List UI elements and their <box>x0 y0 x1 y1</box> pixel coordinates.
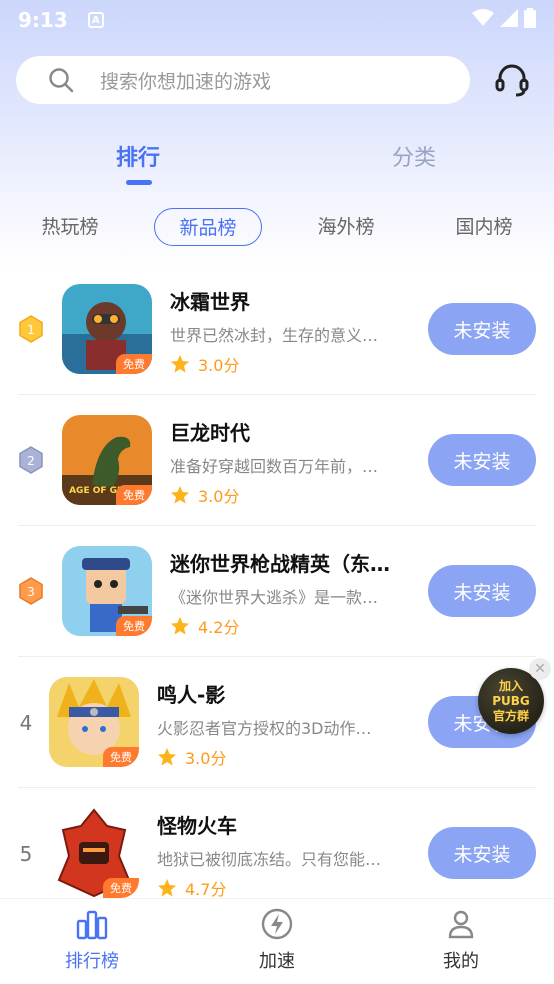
tab-ranking[interactable]: 排行 <box>116 140 160 172</box>
install-button[interactable]: 未安装 <box>428 827 536 879</box>
game-row[interactable]: 4 免费 鸣人-影 火影忍者官方授权的3D动作… 3.0分 未安装 <box>0 657 554 787</box>
naruto-icon: 免费 <box>49 677 139 767</box>
headset-icon[interactable] <box>494 62 530 98</box>
frost-world-icon: 免费 <box>62 284 152 374</box>
ranking-icon <box>76 910 108 940</box>
game-title: 怪物火车 <box>157 814 237 838</box>
rank-number: 1 <box>27 323 35 337</box>
game-score: 3.0分 <box>170 352 239 376</box>
score-value: 4.2分 <box>198 618 240 637</box>
nav-boost[interactable]: 加速 <box>222 907 332 973</box>
tab-category[interactable]: 分类 <box>392 140 436 172</box>
star-icon <box>158 879 176 897</box>
game-score: 3.0分 <box>157 745 226 769</box>
game-desc: 火影忍者官方授权的3D动作… <box>157 719 372 738</box>
score-value: 3.0分 <box>198 356 240 375</box>
status-bar: 9:13 A <box>0 0 554 40</box>
notification-icon: A <box>87 12 104 28</box>
profile-icon <box>448 910 474 939</box>
free-tag: 免费 <box>103 747 139 767</box>
nav-label: 加速 <box>259 951 295 972</box>
game-score: 4.2分 <box>170 614 239 638</box>
close-icon[interactable]: ✕ <box>529 658 551 680</box>
game-row[interactable]: 1 免费 冰霜世界 世界已然冰封，生存的意义… 3.0分 未安装 <box>0 264 554 394</box>
status-icons <box>472 8 536 28</box>
wifi-icon <box>472 9 494 26</box>
sub-tabs: 热玩榜 新品榜 海外榜 国内榜 <box>0 208 554 248</box>
subtab-new[interactable]: 新品榜 <box>154 208 262 246</box>
rank-badge-silver: 2 <box>19 446 43 474</box>
free-tag: 免费 <box>116 354 152 374</box>
game-row[interactable]: 3 免费 迷你世界枪战精英（东… 《迷你世界大逃杀》是一款… 4.2分 未安装 <box>0 526 554 656</box>
game-score: 4.7分 <box>157 876 226 900</box>
install-button[interactable]: 未安装 <box>428 565 536 617</box>
monster-train-icon: 免费 <box>49 808 139 898</box>
game-row[interactable]: 2 AGE OF GIAN 免费 巨龙时代 准备好穿越回数百万年前，… 3.0分… <box>0 395 554 525</box>
rank-number: 5 <box>19 842 33 866</box>
game-title: 巨龙时代 <box>170 421 250 445</box>
free-tag: 免费 <box>116 616 152 636</box>
free-tag: 免费 <box>116 485 152 505</box>
rank-number: 3 <box>27 585 35 599</box>
subtab-overseas[interactable]: 海外榜 <box>304 208 388 246</box>
free-tag: 免费 <box>103 878 139 898</box>
search-icon <box>49 68 74 93</box>
game-desc: 《迷你世界大逃杀》是一款… <box>170 588 379 607</box>
star-icon <box>171 617 189 635</box>
banner-line: 加入 <box>498 678 523 693</box>
banner-line: 官方群 <box>492 708 529 723</box>
game-desc: 世界已然冰封，生存的意义… <box>170 326 379 345</box>
star-icon <box>158 748 176 766</box>
install-button[interactable]: 未安装 <box>428 303 536 355</box>
nav-label: 排行榜 <box>65 951 119 972</box>
nav-profile[interactable]: 我的 <box>406 907 516 973</box>
score-value: 4.7分 <box>185 880 227 899</box>
game-desc: 地狱已被彻底冻结。只有您能… <box>157 850 382 869</box>
signal-icon <box>500 9 518 27</box>
rank-badge-gold: 1 <box>19 315 43 343</box>
boost-icon <box>261 908 293 940</box>
battery-icon <box>524 8 536 28</box>
score-value: 3.0分 <box>185 749 227 768</box>
mini-world-icon: 免费 <box>62 546 152 636</box>
dragon-age-icon: AGE OF GIAN 免费 <box>62 415 152 505</box>
search-placeholder: 搜索你想加速的游戏 <box>100 70 272 93</box>
star-icon <box>171 486 189 504</box>
subtab-domestic[interactable]: 国内榜 <box>442 208 526 246</box>
game-desc: 准备好穿越回数百万年前，… <box>170 457 379 476</box>
game-title: 冰霜世界 <box>170 290 250 314</box>
rank-number: 4 <box>19 711 33 735</box>
subtab-hot[interactable]: 热玩榜 <box>28 208 112 246</box>
main-tabs: 排行 分类 <box>0 140 554 190</box>
game-title: 迷你世界枪战精英（东… <box>170 552 390 576</box>
nav-ranking[interactable]: 排行榜 <box>37 907 147 973</box>
banner-line: PUBG <box>492 693 530 708</box>
tab-underline <box>126 180 152 185</box>
score-value: 3.0分 <box>198 487 240 506</box>
game-title: 鸣人-影 <box>157 683 226 707</box>
search-input[interactable]: 搜索你想加速的游戏 <box>16 56 470 104</box>
game-score: 3.0分 <box>170 483 239 507</box>
star-icon <box>171 355 189 373</box>
install-button[interactable]: 未安装 <box>428 434 536 486</box>
rank-badge-bronze: 3 <box>19 577 43 605</box>
rank-number: 2 <box>27 454 35 468</box>
bottom-nav: 排行榜 加速 我的 <box>0 898 554 984</box>
status-time: 9:13 <box>18 8 68 32</box>
nav-label: 我的 <box>443 951 479 972</box>
